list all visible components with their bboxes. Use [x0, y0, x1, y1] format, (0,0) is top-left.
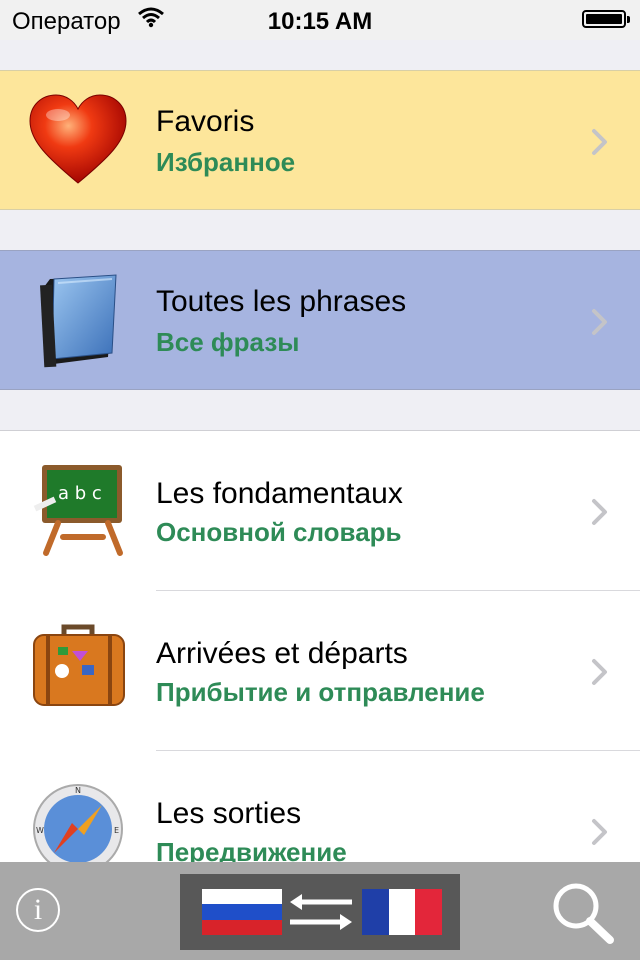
info-button[interactable]: i [16, 888, 60, 932]
carrier-label: Оператор [12, 8, 121, 35]
swap-arrows-icon [290, 894, 352, 930]
compass-icon: N W E [33, 784, 123, 871]
svg-text:a b c: a b c [58, 483, 102, 504]
heart-icon [29, 94, 127, 184]
france-flag-icon [362, 889, 442, 935]
category-subtitle: Основной словарь [156, 517, 402, 547]
language-swap-button[interactable] [180, 874, 460, 950]
svg-text:E: E [114, 826, 119, 835]
svg-text:N: N [75, 786, 81, 795]
category-list: a b c Les fondamentaux Основной словарь … [0, 430, 640, 871]
chevron-right-icon [592, 819, 607, 845]
suitcase-icon [33, 624, 125, 706]
favorites-row[interactable]: Favoris Избранное [0, 70, 640, 210]
chevron-right-icon [592, 309, 607, 335]
chevron-right-icon [592, 129, 607, 155]
category-row-basics[interactable]: a b c Les fondamentaux Основной словарь [0, 431, 640, 591]
svg-text:W: W [36, 826, 44, 835]
chalkboard-icon: a b c [33, 465, 123, 556]
russia-flag-icon [202, 889, 282, 935]
chevron-right-icon [592, 499, 607, 525]
all-phrases-subtitle: Все фразы [156, 327, 300, 357]
category-row-outings[interactable]: N W E Les sorties Передвижение [0, 751, 640, 871]
category-title: Les sorties [156, 797, 302, 830]
chevron-right-icon [592, 659, 607, 685]
bottom-toolbar: i [0, 862, 640, 960]
all-phrases-title: Toutes les phrases [156, 285, 407, 318]
category-row-arrivals[interactable]: Arrivées et départs Прибытие и отправлен… [0, 591, 640, 751]
battery-icon [582, 10, 630, 28]
book-icon [40, 274, 117, 368]
status-bar: Оператор 10:15 AM [0, 0, 640, 40]
category-title: Arrivées et départs [156, 637, 408, 670]
favorites-subtitle: Избранное [156, 147, 296, 177]
search-icon[interactable] [548, 880, 618, 946]
wifi-icon [138, 7, 164, 28]
all-phrases-row[interactable]: Toutes les phrases Все фразы [0, 250, 640, 390]
category-title: Les fondamentaux [156, 477, 403, 510]
category-subtitle: Прибытие и отправление [156, 677, 485, 707]
favorites-title: Favoris [156, 105, 255, 138]
